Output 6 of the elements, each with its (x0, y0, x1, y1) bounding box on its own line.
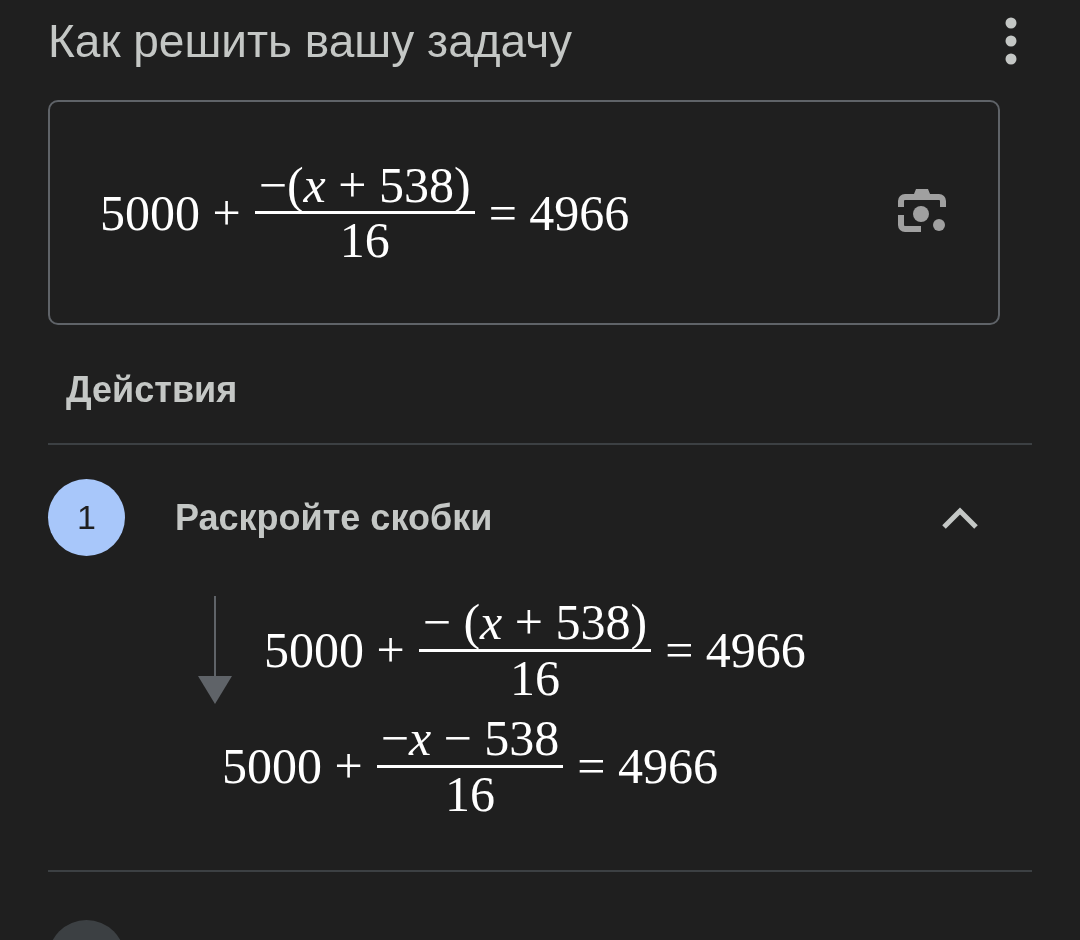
more-options-icon[interactable] (1004, 16, 1018, 66)
step-number: 1 (48, 479, 125, 556)
arrow-down-icon (196, 596, 234, 706)
page-title: Как решить вашу задачу (48, 14, 573, 68)
section-heading: Действия (66, 369, 239, 412)
step-title[interactable]: Раскройте скобки (175, 496, 940, 539)
